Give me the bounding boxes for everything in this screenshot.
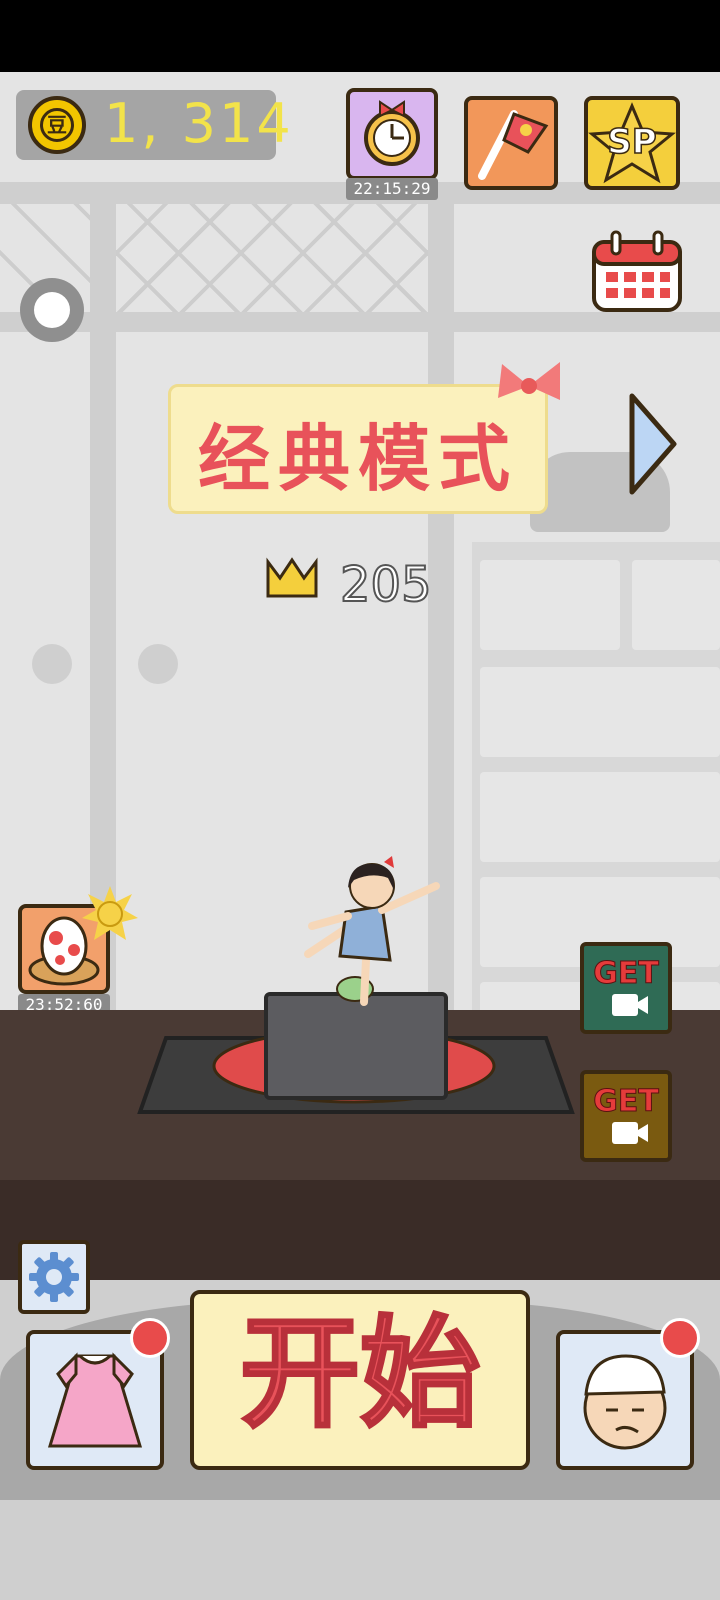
- crown-icon: [266, 557, 318, 598]
- status-bar: [0, 0, 720, 72]
- best-score: 205: [339, 556, 433, 614]
- video-camera-icon: [612, 994, 648, 1016]
- next-mode-button[interactable]: [624, 388, 680, 500]
- alarm-clock-icon: [364, 100, 420, 166]
- mode-title: 经典模式: [197, 417, 518, 501]
- bow-icon: [498, 362, 560, 400]
- coin-symbol: 豆: [40, 108, 74, 142]
- sp-button[interactable]: SP: [584, 96, 680, 190]
- girl-character: [304, 856, 440, 1006]
- get-reward-video-button-2[interactable]: GET: [580, 1070, 672, 1162]
- sp-label: SP: [607, 121, 658, 163]
- video-camera-icon: [612, 1122, 648, 1144]
- character-notification-dot: [660, 1318, 700, 1358]
- floating-assist-button[interactable]: [20, 278, 84, 342]
- alarm-timer: 22:15:29: [346, 178, 438, 200]
- get-label-2: GET: [593, 1084, 660, 1119]
- wardrobe-notification-dot: [130, 1318, 170, 1358]
- stone-block: [264, 992, 448, 1100]
- chevron-right-icon: [629, 393, 677, 495]
- calendar-button[interactable]: [590, 228, 684, 314]
- flag-button[interactable]: [464, 96, 558, 190]
- get-label-1: GET: [593, 956, 660, 991]
- start-button-label: 开始: [239, 1304, 482, 1446]
- get-reward-video-button-1[interactable]: GET: [580, 942, 672, 1034]
- gear-icon: [29, 1252, 79, 1302]
- sun-icon: [82, 886, 138, 940]
- settings-button[interactable]: [18, 1240, 90, 1314]
- coin-amount: 1, 314: [104, 92, 294, 155]
- flag-icon: [478, 110, 549, 180]
- calendar-icon: [592, 230, 682, 312]
- alarm-clock-button[interactable]: [346, 88, 438, 180]
